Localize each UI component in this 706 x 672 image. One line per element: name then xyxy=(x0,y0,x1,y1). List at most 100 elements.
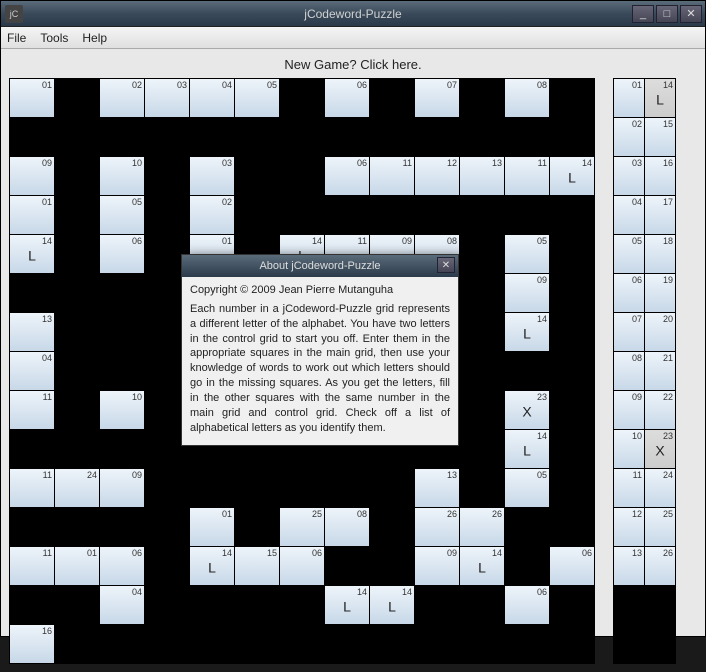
black-cell xyxy=(55,157,99,195)
control-cell[interactable]: 21 xyxy=(645,352,675,390)
grid-cell[interactable]: 02 xyxy=(190,196,234,234)
grid-cell[interactable]: 14L xyxy=(505,313,549,351)
maximize-button[interactable]: □ xyxy=(656,5,678,23)
grid-cell[interactable]: 14L xyxy=(10,235,54,273)
grid-cell[interactable]: 11 xyxy=(10,469,54,507)
grid-cell[interactable]: 09 xyxy=(415,547,459,585)
grid-cell[interactable]: 11 xyxy=(10,547,54,585)
new-game-link[interactable]: New Game? Click here. xyxy=(9,53,697,78)
black-cell xyxy=(100,508,144,546)
control-cell[interactable]: 06 xyxy=(614,274,644,312)
grid-cell[interactable]: 06 xyxy=(100,547,144,585)
control-cell[interactable]: 19 xyxy=(645,274,675,312)
control-cell[interactable]: 25 xyxy=(645,508,675,546)
grid-cell[interactable]: 15 xyxy=(235,547,279,585)
grid-cell[interactable]: 06 xyxy=(325,79,369,117)
grid-cell[interactable]: 03 xyxy=(190,157,234,195)
menu-tools[interactable]: Tools xyxy=(40,31,68,45)
grid-cell[interactable]: 12 xyxy=(415,157,459,195)
control-cell[interactable]: 15 xyxy=(645,118,675,156)
grid-cell[interactable]: 14L xyxy=(190,547,234,585)
grid-cell[interactable]: 13 xyxy=(415,469,459,507)
grid-cell[interactable]: 13 xyxy=(460,157,504,195)
close-button[interactable]: ✕ xyxy=(680,5,702,23)
grid-cell[interactable]: 14L xyxy=(460,547,504,585)
grid-cell[interactable]: 14L xyxy=(325,586,369,624)
grid-cell[interactable]: 14L xyxy=(505,430,549,468)
control-cell[interactable]: 14L xyxy=(645,79,675,117)
grid-cell[interactable]: 10 xyxy=(100,157,144,195)
control-cell[interactable]: 16 xyxy=(645,157,675,195)
grid-cell[interactable]: 06 xyxy=(550,547,594,585)
control-cell[interactable]: 22 xyxy=(645,391,675,429)
grid-cell[interactable]: 09 xyxy=(10,157,54,195)
control-cell[interactable]: 08 xyxy=(614,352,644,390)
control-cell[interactable]: 18 xyxy=(645,235,675,273)
grid-cell[interactable]: 04 xyxy=(190,79,234,117)
grid-cell[interactable]: 09 xyxy=(505,274,549,312)
grid-cell[interactable]: 26 xyxy=(460,508,504,546)
about-close-button[interactable]: ✕ xyxy=(437,257,455,273)
grid-cell[interactable]: 03 xyxy=(145,79,189,117)
grid-cell[interactable]: 08 xyxy=(505,79,549,117)
grid-cell[interactable]: 09 xyxy=(100,469,144,507)
grid-cell[interactable]: 01 xyxy=(10,79,54,117)
control-cell[interactable]: 03 xyxy=(614,157,644,195)
cell-number: 08 xyxy=(447,236,457,246)
control-cell[interactable]: 05 xyxy=(614,235,644,273)
control-cell[interactable]: 12 xyxy=(614,508,644,546)
black-cell xyxy=(145,586,189,624)
grid-cell[interactable]: 02 xyxy=(100,79,144,117)
menu-file[interactable]: File xyxy=(7,31,26,45)
grid-cell[interactable]: 11 xyxy=(370,157,414,195)
grid-cell[interactable]: 05 xyxy=(505,469,549,507)
grid-cell[interactable]: 06 xyxy=(280,547,324,585)
grid-cell[interactable]: 16 xyxy=(10,625,54,663)
grid-cell[interactable]: 11 xyxy=(505,157,549,195)
grid-cell[interactable]: 06 xyxy=(505,586,549,624)
grid-cell[interactable]: 14L xyxy=(550,157,594,195)
grid-cell[interactable]: 08 xyxy=(325,508,369,546)
grid-cell[interactable]: 05 xyxy=(235,79,279,117)
grid-cell[interactable]: 01 xyxy=(10,196,54,234)
control-cell[interactable]: 07 xyxy=(614,313,644,351)
grid-cell[interactable]: 25 xyxy=(280,508,324,546)
grid-cell[interactable]: 07 xyxy=(415,79,459,117)
control-cell[interactable]: 10 xyxy=(614,430,644,468)
grid-cell[interactable]: 01 xyxy=(55,547,99,585)
grid-cell[interactable]: 05 xyxy=(100,196,144,234)
grid-cell[interactable]: 23X xyxy=(505,391,549,429)
grid-cell[interactable]: 04 xyxy=(10,352,54,390)
cell-number: 05 xyxy=(537,470,547,480)
cell-number: 06 xyxy=(132,548,142,558)
grid-cell[interactable]: 14L xyxy=(370,586,414,624)
grid-cell[interactable]: 06 xyxy=(325,157,369,195)
cell-number: 05 xyxy=(132,197,142,207)
control-cell[interactable]: 04 xyxy=(614,196,644,234)
control-cell[interactable]: 20 xyxy=(645,313,675,351)
control-cell[interactable]: 13 xyxy=(614,547,644,585)
control-cell[interactable]: 23X xyxy=(645,430,675,468)
cell-number: 04 xyxy=(132,587,142,597)
grid-cell[interactable]: 06 xyxy=(100,235,144,273)
control-cell[interactable]: 09 xyxy=(614,391,644,429)
minimize-button[interactable]: _ xyxy=(632,5,654,23)
grid-cell[interactable]: 01 xyxy=(190,508,234,546)
control-cell[interactable]: 26 xyxy=(645,547,675,585)
grid-cell[interactable]: 13 xyxy=(10,313,54,351)
grid-cell[interactable]: 10 xyxy=(100,391,144,429)
control-cell[interactable]: 11 xyxy=(614,469,644,507)
grid-cell[interactable]: 26 xyxy=(415,508,459,546)
grid-cell[interactable]: 04 xyxy=(100,586,144,624)
cell-number: 15 xyxy=(663,119,673,129)
menu-help[interactable]: Help xyxy=(82,31,107,45)
grid-cell[interactable]: 11 xyxy=(10,391,54,429)
cell-number: 25 xyxy=(663,509,673,519)
control-cell[interactable]: 24 xyxy=(645,469,675,507)
control-cell[interactable]: 01 xyxy=(614,79,644,117)
control-cell[interactable]: 02 xyxy=(614,118,644,156)
grid-cell[interactable]: 05 xyxy=(505,235,549,273)
grid-cell[interactable]: 24 xyxy=(55,469,99,507)
control-cell[interactable]: 17 xyxy=(645,196,675,234)
cell-number: 11 xyxy=(358,236,367,246)
